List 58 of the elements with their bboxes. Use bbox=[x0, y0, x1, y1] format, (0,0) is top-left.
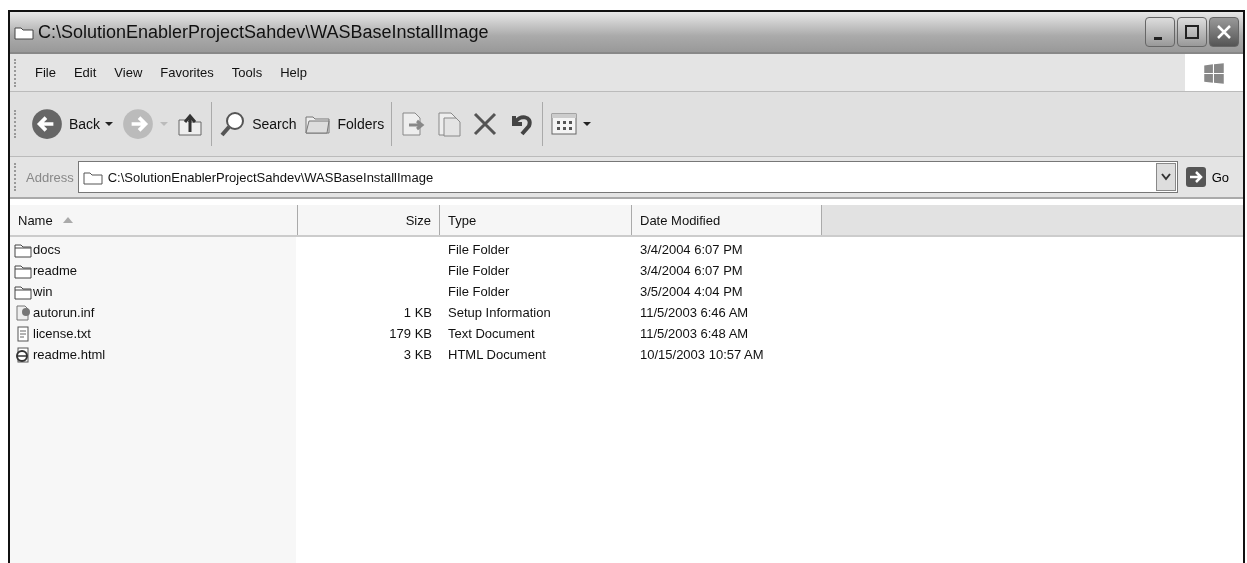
settings-file-icon bbox=[14, 304, 32, 321]
file-name[interactable]: readme bbox=[33, 263, 78, 278]
text-file-icon bbox=[14, 325, 32, 342]
file-name[interactable]: docs bbox=[33, 242, 61, 257]
column-header[interactable]: Name bbox=[10, 205, 298, 235]
file-type: File Folder bbox=[448, 242, 510, 257]
date-modified: 3/5/2004 4:04 PM bbox=[640, 284, 743, 299]
date-modified: 11/5/2003 6:46 AM bbox=[640, 305, 749, 320]
file-name[interactable]: license.txt bbox=[33, 326, 91, 341]
caret-icon bbox=[160, 120, 169, 128]
folder-icon bbox=[14, 283, 32, 300]
file-name[interactable]: win bbox=[33, 284, 53, 299]
caret-icon bbox=[583, 120, 592, 128]
address-label: Address bbox=[26, 169, 74, 185]
file-size: 1 KB bbox=[403, 305, 432, 320]
menu-item[interactable]: Tools bbox=[222, 65, 272, 80]
address-field[interactable]: C:\SolutionEnablerProjectSahdev\WASBaseInstallImage bbox=[77, 161, 1178, 193]
right-arrow-icon bbox=[1185, 167, 1206, 187]
back-button[interactable]: Back bbox=[26, 102, 118, 146]
documents-icon bbox=[435, 110, 464, 138]
chevron-down-icon bbox=[1160, 173, 1171, 181]
menu-item[interactable]: Edit bbox=[64, 65, 106, 80]
file-type: Setup Information bbox=[448, 305, 551, 320]
date-modified: 3/4/2004 6:07 PM bbox=[640, 263, 743, 278]
go-button[interactable]: Go bbox=[1177, 162, 1243, 192]
folders-button[interactable]: Folders bbox=[300, 102, 389, 146]
menu-item[interactable]: File bbox=[26, 65, 65, 80]
search-button[interactable]: Search bbox=[215, 102, 301, 146]
close-button[interactable] bbox=[1209, 17, 1239, 47]
web-page-icon bbox=[14, 346, 32, 363]
file-type: File Folder bbox=[448, 263, 510, 278]
file-type: File Folder bbox=[448, 284, 510, 299]
file-name[interactable]: readme.html bbox=[33, 347, 106, 362]
file-name[interactable]: autorun.inf bbox=[33, 305, 95, 320]
file-type: HTML Document bbox=[448, 347, 546, 362]
maximize-icon bbox=[1182, 22, 1202, 42]
dropdown-button[interactable] bbox=[1155, 163, 1176, 191]
window-title: C:\SolutionEnablerProjectSahdev\WASBaseInstallImage bbox=[38, 21, 490, 43]
folder-icon bbox=[14, 262, 32, 279]
folder-icon bbox=[14, 241, 32, 258]
date-modified: 10/15/2003 10:57 AM bbox=[640, 347, 764, 362]
maximize-button[interactable] bbox=[1177, 17, 1207, 47]
date-modified: 3/4/2004 6:07 PM bbox=[640, 242, 743, 257]
file-size: 3 KB bbox=[403, 347, 432, 362]
folder-icon bbox=[82, 169, 103, 185]
menu-item[interactable]: View bbox=[105, 65, 152, 80]
file-type: Text Document bbox=[448, 326, 535, 341]
caret-icon bbox=[105, 120, 114, 128]
menu-item[interactable]: Help bbox=[271, 65, 316, 80]
column-header[interactable]: Type bbox=[440, 205, 632, 235]
grid-view-icon bbox=[550, 110, 579, 138]
date-modified: 11/5/2003 6:48 AM bbox=[640, 326, 749, 341]
column-header[interactable]: Size bbox=[298, 205, 440, 235]
menu-item[interactable]: Favorites bbox=[151, 65, 223, 80]
folder-icon bbox=[14, 24, 34, 40]
minimize-icon bbox=[1154, 36, 1162, 40]
file-size: 179 KB bbox=[389, 326, 432, 341]
minimize-button[interactable] bbox=[1145, 17, 1175, 47]
